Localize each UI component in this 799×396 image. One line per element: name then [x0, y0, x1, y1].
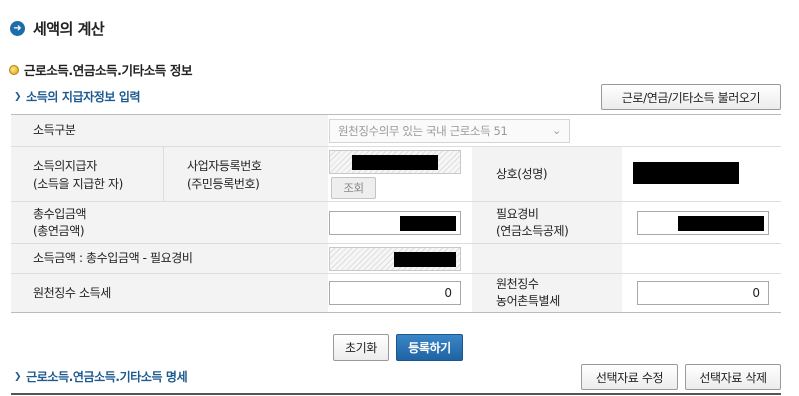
- rural-tax-label-line2: 농어촌특별세: [496, 294, 560, 308]
- expense-field[interactable]: [637, 211, 769, 235]
- section-heading: 근로소득.연금소득.기타소득 정보: [9, 60, 192, 79]
- withholding-tax-label: 원천징수 소득세: [33, 286, 111, 300]
- edit-selected-button[interactable]: 선택자료 수정: [581, 364, 678, 390]
- income-form: 소득구분 원천징수의무 있는 국내 근로소득 51 ⌄ 소득의지급자 (소득을 …: [11, 114, 781, 313]
- income-detail-link[interactable]: ❯ 근로소득.연금소득.기타소득 명세: [14, 368, 188, 385]
- withholding-row: 원천징수 소득세 0 원천징수 농어촌특별세 0: [11, 274, 781, 312]
- income-amount-row: 소득금액 : 총수입금액 - 필요경비: [11, 244, 781, 274]
- payer-label-line1: 소득의지급자: [33, 159, 97, 173]
- register-button[interactable]: 등록하기: [396, 334, 463, 361]
- income-type-select[interactable]: 원천징수의무 있는 국내 근로소득 51 ⌄: [329, 119, 570, 143]
- payer-row: 소득의지급자 (소득을 지급한 자) 사업자등록번호 (주민등록번호) 조회 상…: [11, 147, 781, 202]
- redacted-total-income: [400, 216, 456, 231]
- section-title: 근로소득.연금소득.기타소득 정보: [24, 63, 193, 78]
- page-title: ➜ 세액의 계산: [10, 18, 105, 39]
- total-income-label-line2: (총연금액): [33, 224, 85, 238]
- income-type-label: 소득구분: [33, 123, 76, 137]
- chevron-down-icon: ⌄: [552, 124, 561, 137]
- total-income-field[interactable]: [329, 211, 461, 235]
- expense-label-line1: 필요경비: [496, 207, 539, 221]
- redacted-reg-number: [352, 155, 438, 170]
- rural-tax-field[interactable]: 0: [637, 281, 769, 305]
- income-type-row: 소득구분 원천징수의무 있는 국내 근로소득 51 ⌄: [11, 115, 781, 147]
- page-title-text: 세액의 계산: [33, 20, 105, 38]
- rural-tax-label-line1: 원천징수: [496, 277, 539, 291]
- divider: [11, 393, 781, 395]
- expense-label-line2: (연금소득공제): [496, 224, 569, 238]
- bullet-dot-icon: [9, 64, 19, 75]
- redacted-business-name: [633, 162, 739, 184]
- reset-button[interactable]: 초기화: [333, 334, 389, 361]
- reg-number-field[interactable]: [329, 150, 461, 174]
- delete-selected-button[interactable]: 선택자료 삭제: [685, 364, 781, 390]
- total-income-label-line1: 총수입금액: [33, 207, 87, 221]
- payer-info-link[interactable]: ❯ 소득의 지급자정보 입력: [14, 88, 141, 105]
- total-income-row: 총수입금액 (총연금액) 필요경비 (연금소득공제): [11, 202, 781, 244]
- payer-info-label: 소득의 지급자정보 입력: [26, 90, 141, 104]
- lookup-button[interactable]: 조회: [331, 177, 376, 199]
- reg-number-label-line2: (주민등록번호): [187, 177, 260, 191]
- arrow-circle-icon: ➜: [10, 21, 25, 36]
- chevron-right-icon: ❯: [14, 91, 22, 102]
- load-income-button[interactable]: 근로/연금/기타소득 불러오기: [601, 84, 781, 110]
- chevron-right-icon: ❯: [14, 371, 22, 382]
- income-amount-field: [329, 247, 461, 271]
- income-detail-label: 근로소득.연금소득.기타소득 명세: [26, 370, 188, 384]
- redacted-income-amount: [394, 252, 456, 267]
- withholding-tax-field[interactable]: 0: [329, 281, 461, 305]
- income-type-selected: 원천징수의무 있는 국내 근로소득 51: [338, 124, 508, 138]
- reg-number-label-line1: 사업자등록번호: [187, 159, 262, 173]
- business-name-label: 상호(성명): [496, 167, 548, 181]
- redacted-expense: [678, 216, 764, 231]
- payer-label-line2: (소득을 지급한 자): [33, 177, 123, 191]
- income-amount-label: 소득금액 : 총수입금액 - 필요경비: [33, 251, 193, 265]
